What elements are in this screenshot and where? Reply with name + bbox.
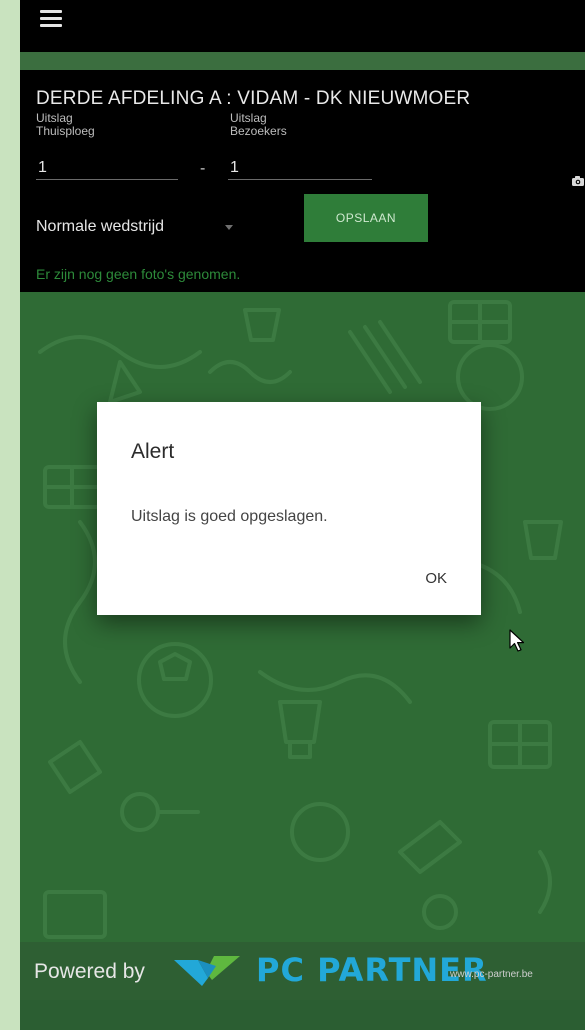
home-score-input[interactable]	[36, 156, 178, 180]
powered-by-text: Powered by	[34, 960, 145, 983]
ok-button[interactable]: OK	[419, 566, 453, 591]
alert-message: Uitslag is goed opgeslagen.	[131, 508, 328, 525]
home-score-label: Uitslag Thuisploeg	[36, 112, 95, 138]
score-separator: -	[200, 160, 206, 177]
bottom-strip	[20, 1000, 585, 1030]
mouse-pointer-icon	[509, 629, 525, 652]
match-title: DERDE AFDELING A : VIDAM - DK NIEUWMOER	[36, 88, 471, 109]
hamburger-menu-icon[interactable]	[40, 10, 62, 27]
away-score-label-line2: Bezoekers	[230, 124, 287, 138]
alert-title: Alert	[131, 440, 175, 463]
save-button[interactable]: OPSLAAN	[304, 194, 428, 242]
home-score-label-line2: Thuisploeg	[36, 124, 95, 138]
camera-icon[interactable]	[571, 175, 585, 187]
match-type-select[interactable]: Normale wedstrijd	[36, 218, 164, 236]
background-pattern	[20, 292, 585, 942]
away-score-label: Uitslag Bezoekers	[230, 112, 287, 138]
footer: Powered by PC PARTNER www.pc-partner.be	[20, 942, 585, 1000]
match-panel: DERDE AFDELING A : VIDAM - DK NIEUWMOER …	[20, 70, 585, 292]
alert-dialog: Alert Uitslag is goed opgeslagen. OK	[97, 402, 481, 615]
footer-url[interactable]: www.pc-partner.be	[450, 969, 533, 980]
top-bar	[20, 0, 585, 52]
header-divider	[20, 52, 585, 70]
pc-partner-logo-icon	[174, 956, 240, 986]
chevron-down-icon[interactable]	[225, 225, 233, 230]
photos-status-message: Er zijn nog geen foto's genomen.	[36, 266, 241, 282]
away-score-input[interactable]	[228, 156, 372, 180]
sports-doodle-pattern	[38, 300, 563, 939]
